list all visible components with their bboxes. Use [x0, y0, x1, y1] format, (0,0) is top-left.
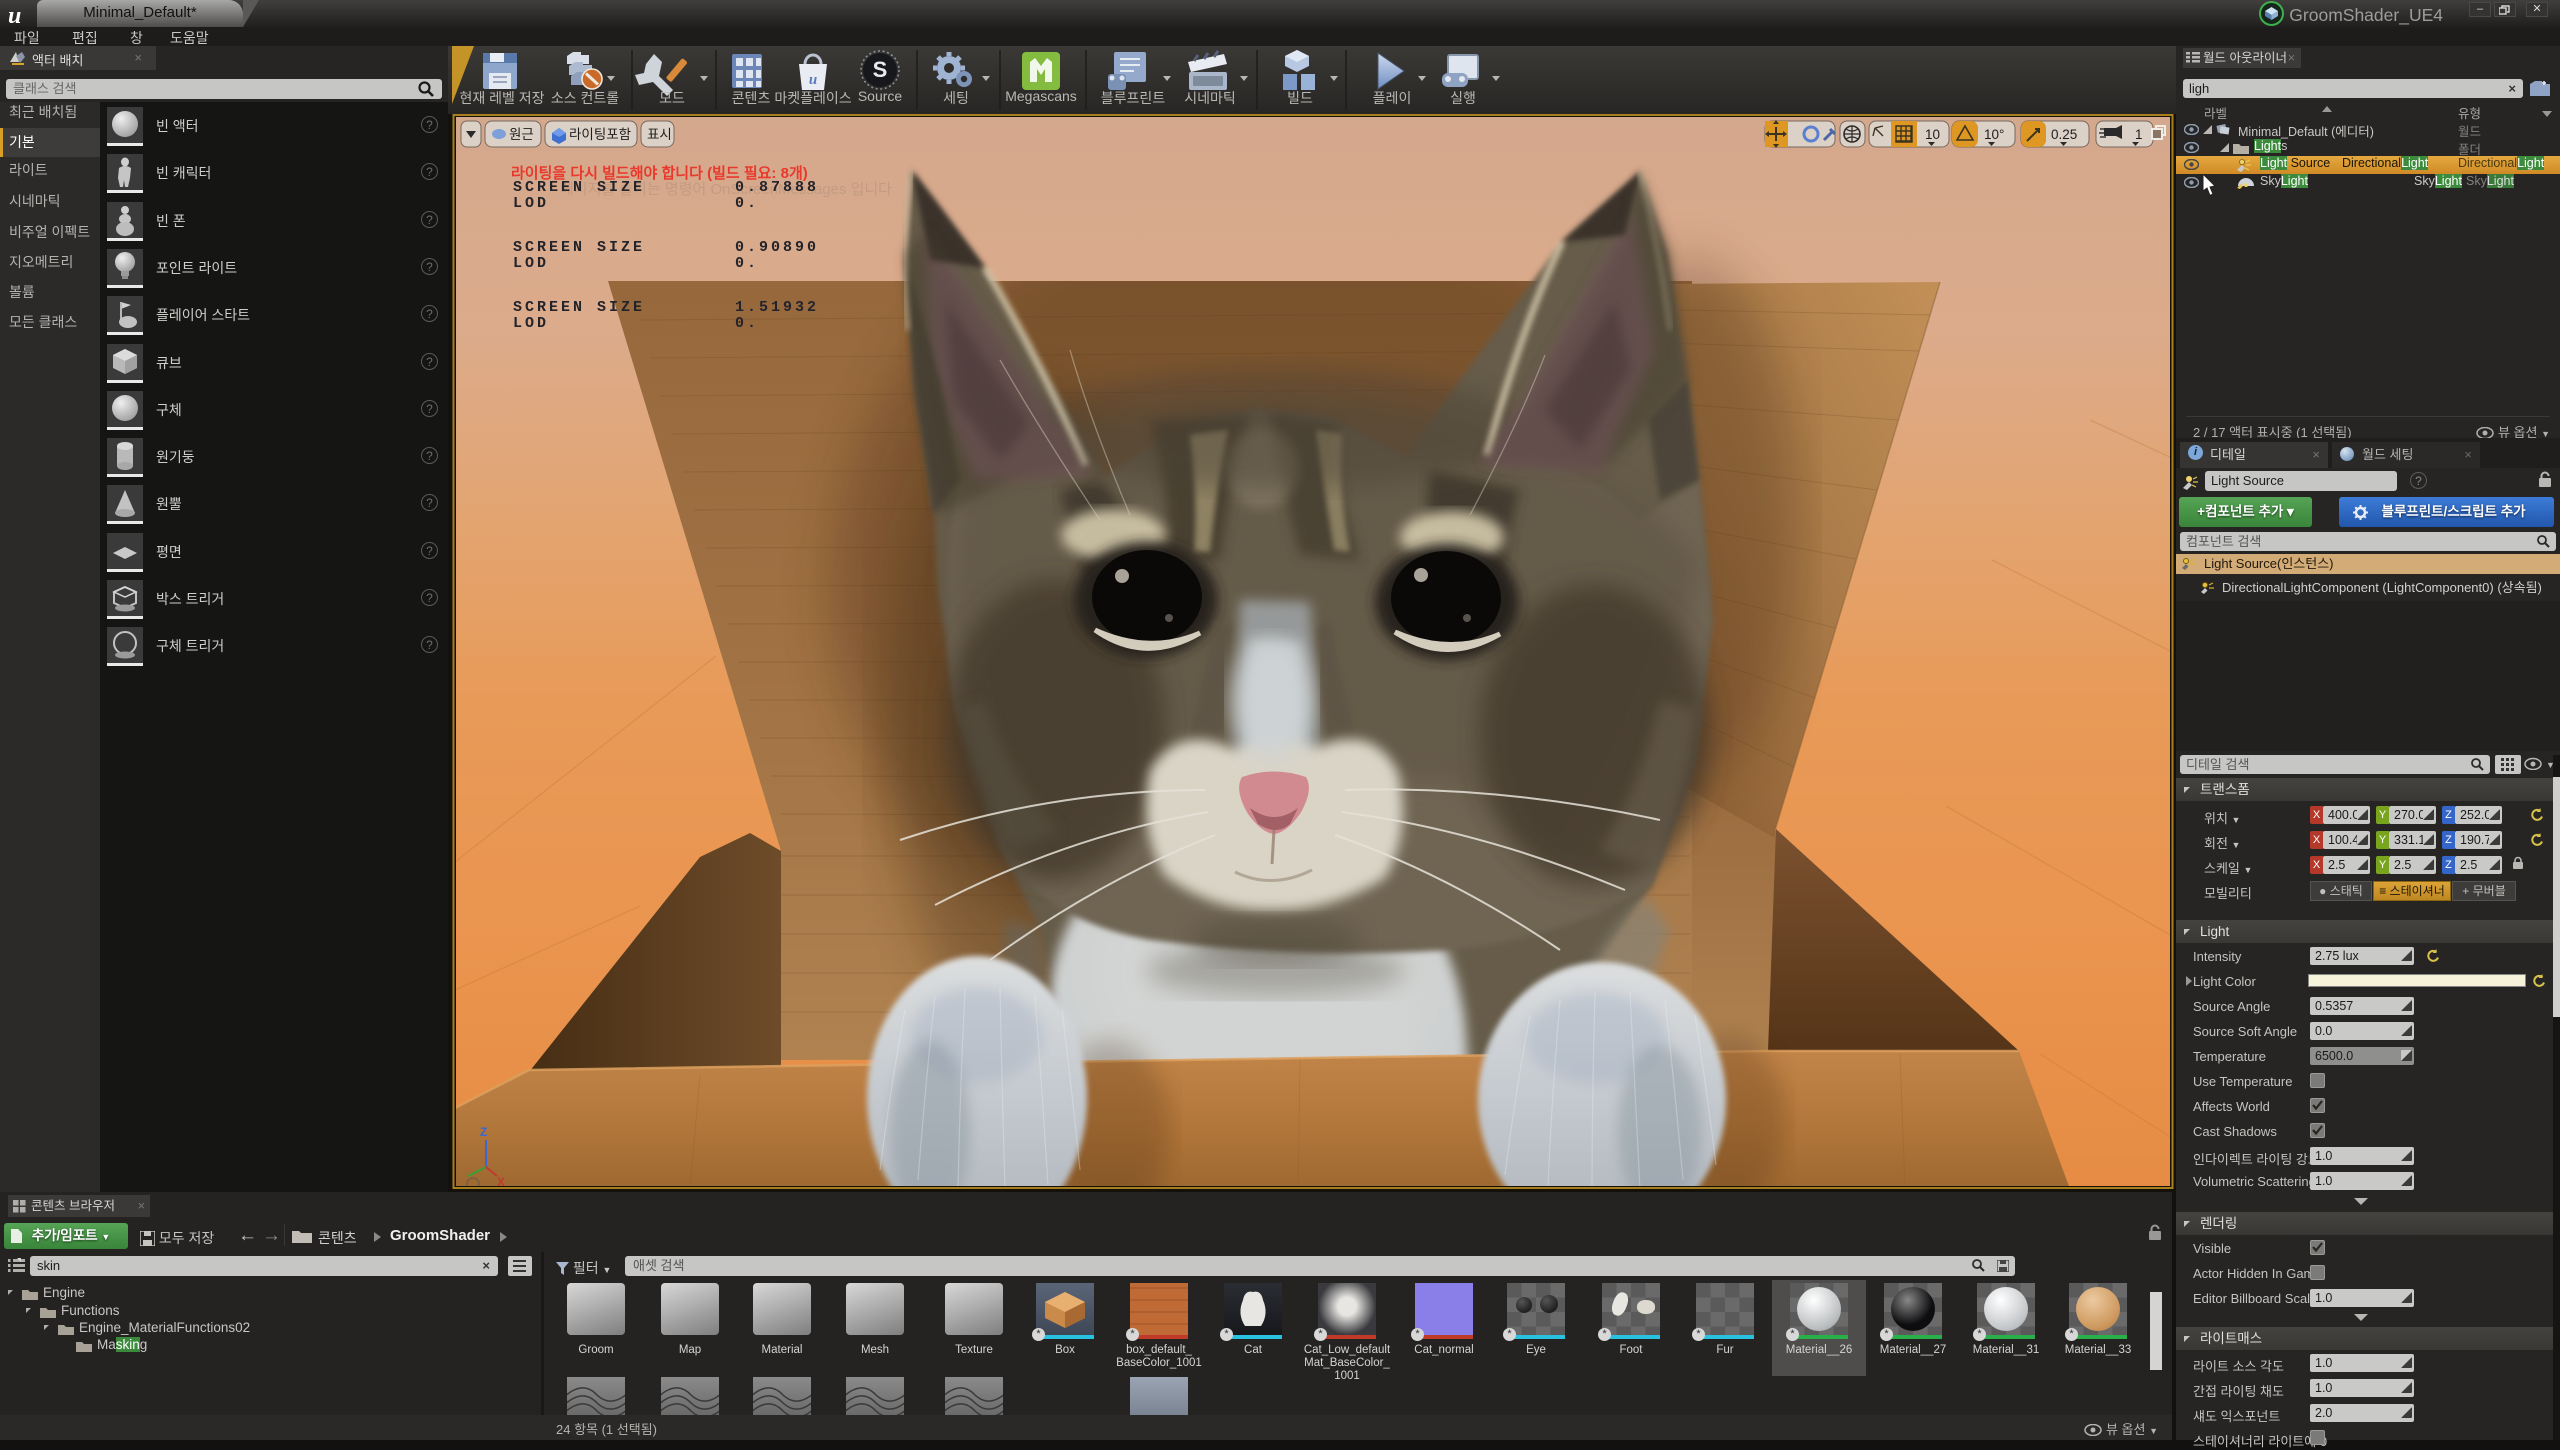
- svg-text:0.: 0.: [735, 315, 759, 332]
- svg-text:SCREEN SIZE: SCREEN SIZE: [513, 239, 645, 256]
- svg-text:1: 1: [2135, 127, 2143, 142]
- svg-text:0.87888: 0.87888: [735, 179, 819, 196]
- svg-text:0.: 0.: [735, 255, 759, 272]
- svg-text:LOD: LOD: [513, 255, 549, 272]
- svg-text:표시: 표시: [647, 127, 672, 142]
- svg-text:LOD: LOD: [513, 195, 549, 212]
- svg-text:Z: Z: [480, 1125, 487, 1139]
- svg-text:S: S: [873, 57, 888, 82]
- svg-text:1.51932: 1.51932: [735, 299, 819, 316]
- svg-text:u: u: [809, 72, 817, 88]
- svg-text:0.: 0.: [735, 195, 759, 212]
- svg-text:라이팅포함: 라이팅포함: [569, 127, 631, 142]
- svg-text:10°: 10°: [1984, 127, 2004, 142]
- svg-text:0.25: 0.25: [2051, 127, 2077, 142]
- svg-text:LOD: LOD: [513, 315, 549, 332]
- svg-text:SCREEN SIZE: SCREEN SIZE: [513, 299, 645, 316]
- svg-text:0.90890: 0.90890: [735, 239, 819, 256]
- svg-text:10: 10: [1925, 127, 1940, 142]
- svg-text:원근: 원근: [509, 127, 534, 142]
- svg-text:SCREEN SIZE: SCREEN SIZE: [513, 179, 645, 196]
